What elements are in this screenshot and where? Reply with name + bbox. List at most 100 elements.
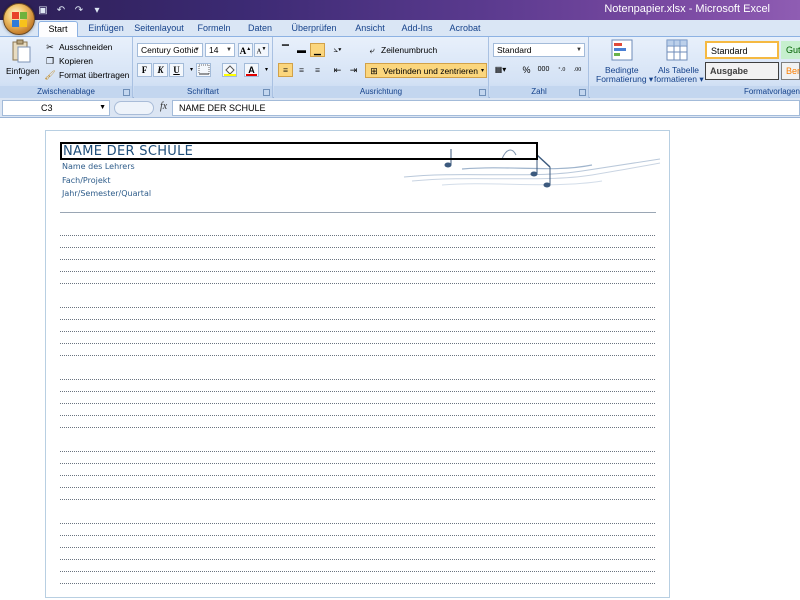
- align-middle-button[interactable]: ▬: [294, 43, 309, 57]
- cut-button[interactable]: ✂ Ausschneiden: [44, 41, 112, 53]
- number-format-combo[interactable]: Standard ▼: [493, 43, 585, 57]
- tab-einfuegen[interactable]: Einfügen: [80, 21, 132, 37]
- tab-addins[interactable]: Add-Ins: [398, 21, 436, 37]
- font-size-value: 14: [209, 45, 219, 55]
- group-label-font: Schriftart: [134, 86, 272, 98]
- group-styles: Bedingte Formatierung ▾ Als Tabelle form…: [590, 37, 800, 98]
- decrease-indent-button[interactable]: ⇤: [330, 63, 345, 77]
- style-good[interactable]: Gut: [781, 41, 800, 59]
- conditional-formatting-label-2: Formatierung ▾: [596, 74, 654, 84]
- decrease-decimal-button[interactable]: .00: [570, 63, 585, 77]
- staff-line: [60, 259, 656, 260]
- font-name-combo[interactable]: Century Gothic ▼: [137, 43, 203, 57]
- tab-acrobat[interactable]: Acrobat: [444, 21, 486, 37]
- brush-icon: 🖌: [44, 70, 56, 80]
- school-name[interactable]: NAME DER SCHULE: [63, 144, 193, 159]
- year-semester-quarter[interactable]: Jahr/Semester/Quartal: [62, 189, 151, 198]
- borders-button[interactable]: [196, 63, 211, 77]
- staff-line: [60, 463, 656, 464]
- accounting-format-button[interactable]: ▦▾: [493, 63, 508, 77]
- alignment-launcher-icon[interactable]: [479, 89, 486, 96]
- fill-bucket-icon: [223, 65, 236, 76]
- formula-input[interactable]: NAME DER SCHULE: [172, 100, 800, 116]
- align-bottom-button[interactable]: ▁: [310, 43, 325, 57]
- tab-ueberpruefen[interactable]: Überprüfen: [286, 21, 342, 37]
- staff-line: [60, 535, 656, 536]
- increase-decimal-button[interactable]: ⁺.0: [554, 63, 569, 77]
- formula-bar-resize-handle[interactable]: [114, 101, 154, 115]
- wrap-text-icon: ⤶: [369, 45, 375, 55]
- group-clipboard: Einfügen ▾ ✂ Ausschneiden ❐ Kopieren 🖌 F…: [0, 37, 133, 98]
- italic-button[interactable]: K: [153, 63, 168, 77]
- subject-project[interactable]: Fach/Projekt: [62, 176, 111, 185]
- align-top-button[interactable]: ▔: [278, 43, 293, 57]
- tab-formeln[interactable]: Formeln: [192, 21, 236, 37]
- align-center-button[interactable]: ≡: [294, 63, 309, 77]
- underline-button[interactable]: U: [169, 63, 184, 77]
- style-standard[interactable]: Standard: [705, 41, 779, 59]
- paste-dropdown-icon[interactable]: ▾: [19, 75, 22, 82]
- increase-indent-button[interactable]: ⇥: [346, 63, 361, 77]
- font-color-button[interactable]: A: [244, 63, 259, 77]
- fill-color-button[interactable]: [222, 63, 237, 77]
- office-button[interactable]: [3, 3, 35, 35]
- worksheet-area[interactable]: NAME DER SCHULE Name des Lehrers Fach/Pr…: [0, 119, 800, 600]
- tab-seitenlayout[interactable]: Seitenlayout: [132, 21, 186, 37]
- copy-button[interactable]: ❐ Kopieren: [44, 55, 93, 67]
- paste-label: Einfügen: [6, 66, 40, 76]
- format-painter-button[interactable]: 🖌 Format übertragen: [44, 69, 129, 81]
- tab-daten[interactable]: Daten: [242, 21, 278, 37]
- paste-icon: [12, 39, 31, 63]
- conditional-formatting-button[interactable]: Bedingte Formatierung ▾: [593, 39, 654, 84]
- grow-font-button[interactable]: A▲: [238, 43, 253, 57]
- customize-qat-icon[interactable]: ▾: [90, 3, 104, 17]
- paste-button[interactable]: Einfügen ▾: [6, 39, 40, 83]
- bold-button[interactable]: F: [137, 63, 152, 77]
- save-icon[interactable]: ▣: [36, 3, 50, 17]
- redo-icon[interactable]: ↷: [72, 3, 86, 17]
- tab-ansicht[interactable]: Ansicht: [350, 21, 390, 37]
- staff-line: [60, 547, 656, 548]
- staff-line: [60, 499, 656, 500]
- percent-button[interactable]: %: [519, 63, 534, 77]
- chevron-down-icon[interactable]: ▼: [99, 101, 106, 115]
- chevron-down-icon: ▼: [194, 47, 200, 53]
- merge-center-button[interactable]: ⊞ Verbinden und zentrieren ▾: [365, 63, 488, 78]
- font-color-dropdown-icon[interactable]: ▾: [259, 63, 274, 77]
- style-output[interactable]: Ausgabe: [705, 62, 779, 80]
- staff-line: [60, 391, 656, 392]
- align-left-button[interactable]: ≡: [278, 63, 293, 77]
- chevron-down-icon: ▾: [481, 68, 485, 74]
- format-as-table-button[interactable]: Als Tabelle formatieren ▾: [652, 39, 704, 84]
- insert-function-button[interactable]: fx: [160, 101, 167, 112]
- font-launcher-icon[interactable]: [263, 89, 270, 96]
- teacher-name[interactable]: Name des Lehrers: [62, 162, 135, 171]
- wrap-text-button[interactable]: ⤶ Zeilenumbruch: [366, 44, 437, 56]
- copy-icon: ❐: [45, 56, 55, 66]
- group-label-clipboard: Zwischenablage: [0, 86, 132, 98]
- staff-line: [60, 415, 656, 416]
- staff-line: [60, 271, 656, 272]
- style-calculation[interactable]: Ber: [781, 62, 800, 80]
- group-number: Standard ▼ ▦▾ % 000 ⁺.0 .00 Zahl: [490, 37, 589, 98]
- conditional-formatting-icon: [611, 39, 633, 61]
- number-launcher-icon[interactable]: [579, 89, 586, 96]
- merge-cells-icon: ⊞: [370, 65, 378, 76]
- name-box[interactable]: C3 ▼: [2, 100, 110, 116]
- copy-label: Kopieren: [59, 56, 94, 66]
- ribbon: Einfügen ▾ ✂ Ausschneiden ❐ Kopieren 🖌 F…: [0, 37, 800, 98]
- font-size-combo[interactable]: 14 ▼: [205, 43, 235, 57]
- borders-icon: [198, 64, 209, 75]
- tab-start[interactable]: Start: [38, 21, 78, 37]
- orientation-button[interactable]: ⦣▾: [330, 43, 345, 57]
- thousands-button[interactable]: 000: [536, 63, 551, 77]
- clipboard-launcher-icon[interactable]: [123, 89, 130, 96]
- staff-line: [60, 523, 656, 524]
- shrink-font-button[interactable]: A▼: [254, 43, 269, 57]
- staff-line: [60, 379, 656, 380]
- undo-icon[interactable]: ↶: [54, 3, 68, 17]
- header-divider: [60, 212, 656, 213]
- cell-reference: C3: [41, 103, 53, 113]
- staff-line: [60, 427, 656, 428]
- align-right-button[interactable]: ≡: [310, 63, 325, 77]
